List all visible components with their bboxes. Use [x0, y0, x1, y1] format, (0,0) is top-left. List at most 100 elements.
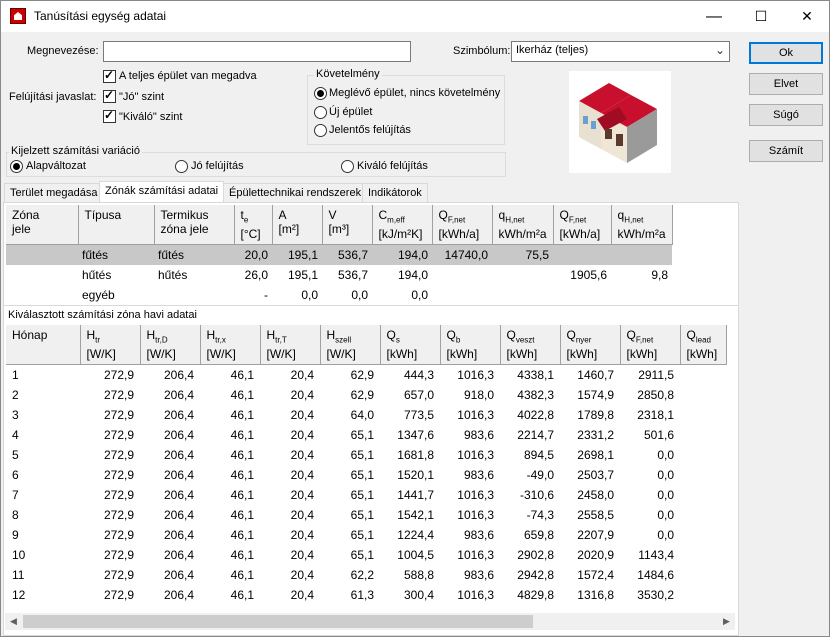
- month-cell: 65,1: [350, 527, 374, 542]
- zone-header-10[interactable]: qH,net kWh/m²a: [611, 205, 673, 246]
- month-cell: 444,3: [403, 368, 434, 383]
- var-radio-alap[interactable]: [10, 160, 23, 173]
- var-radio-jo[interactable]: [175, 160, 188, 173]
- sugo-button[interactable]: Súgó: [749, 104, 823, 126]
- month-row[interactable]: 6 272,9 206,4 46,1 20,4 65,1 1520,1 983,6 -49,0 2…: [6, 465, 726, 485]
- month-header-8[interactable]: Qveszt [kWh]: [500, 325, 561, 366]
- month-header-7[interactable]: Qb [kWh]: [440, 325, 501, 366]
- kivalo-szint-checkbox[interactable]: [103, 108, 116, 123]
- month-row[interactable]: 4 272,9 206,4 46,1 20,4 65,1 1347,6 983,6 2214,7…: [6, 425, 726, 445]
- month-row[interactable]: 9 272,9 206,4 46,1 20,4 65,1 1224,4 983,6 659,8 2…: [6, 525, 726, 545]
- month-cell: 11: [12, 567, 25, 582]
- zone-header-0[interactable]: Zóna jele: [6, 205, 79, 246]
- kov-radio-uj[interactable]: [314, 106, 327, 119]
- zone-header-2[interactable]: Termikus zóna jele: [154, 205, 235, 246]
- month-header-3[interactable]: Htr,x [W/K]: [200, 325, 261, 366]
- megnevezes-input[interactable]: [103, 41, 411, 62]
- month-cell: 983,6: [463, 427, 494, 442]
- month-cell: 20,4: [290, 407, 314, 422]
- var-label-jo: Jó felújítás: [191, 160, 244, 172]
- month-row[interactable]: 2 272,9 206,4 46,1 20,4 62,9 657,0 918,0 4382,3 1…: [6, 385, 726, 405]
- month-cell: 206,4: [163, 427, 194, 442]
- month-header-0[interactable]: Hónap: [6, 325, 81, 366]
- month-cell: 7: [12, 487, 19, 502]
- month-row[interactable]: 12 272,9 206,4 46,1 20,4 61,3 300,4 1016,3 4829,…: [6, 585, 726, 605]
- month-cell: 62,2: [350, 567, 374, 582]
- zone-header-6[interactable]: Cm,eff [kJ/m²K]: [372, 205, 433, 246]
- horizontal-scrollbar[interactable]: ◀ ▶: [5, 613, 735, 630]
- kivalo-szint-label: "Kiváló" szint: [119, 111, 183, 123]
- month-cell: 8: [12, 507, 19, 522]
- window-title: Tanúsítási egység adatai: [34, 9, 167, 23]
- month-cell: 659,8: [523, 527, 554, 542]
- scrollbar-thumb[interactable]: [23, 615, 533, 628]
- tab-epulettechnikai[interactable]: Épülettechnikai rendszerek: [223, 183, 368, 202]
- month-row[interactable]: 1 272,9 206,4 46,1 20,4 62,9 444,3 1016,3 4338,1…: [6, 365, 726, 385]
- zone-header-3[interactable]: te [°C]: [234, 205, 273, 246]
- month-header-6[interactable]: Qs [kWh]: [380, 325, 441, 366]
- scroll-right-icon[interactable]: ▶: [718, 613, 735, 630]
- month-cell: 1574,9: [577, 387, 614, 402]
- zone-header-8[interactable]: qH,net kWh/m²a: [492, 205, 554, 246]
- month-header-10[interactable]: QF,net [kWh]: [620, 325, 681, 366]
- month-header-11[interactable]: Qlead [kWh]: [680, 325, 727, 366]
- month-header-9[interactable]: Qnyer [kWh]: [560, 325, 621, 366]
- tab-terulet[interactable]: Terület megadása: [4, 183, 104, 202]
- zone-cell: 9,8: [651, 267, 668, 282]
- tab-indikatorok[interactable]: Indikátorok: [362, 183, 428, 202]
- teljes-epulet-label: A teljes épület van megadva: [119, 70, 257, 82]
- scroll-left-icon[interactable]: ◀: [5, 613, 22, 630]
- month-cell: 206,4: [163, 467, 194, 482]
- month-header-1[interactable]: Htr [W/K]: [80, 325, 141, 366]
- month-row[interactable]: 10 272,9 206,4 46,1 20,4 65,1 1004,5 1016,3 2902…: [6, 545, 726, 565]
- app-icon: [10, 8, 26, 24]
- month-cell: 20,4: [290, 587, 314, 602]
- month-header-2[interactable]: Htr,D [W/K]: [140, 325, 201, 366]
- month-row[interactable]: 3 272,9 206,4 46,1 20,4 64,0 773,5 1016,3 4022,8…: [6, 405, 726, 425]
- minimize-button[interactable]: —: [691, 1, 737, 32]
- month-row[interactable]: 7 272,9 206,4 46,1 20,4 65,1 1441,7 1016,3 -310,…: [6, 485, 726, 505]
- szamit-button[interactable]: Számít: [749, 140, 823, 162]
- elvet-button[interactable]: Elvet: [749, 73, 823, 95]
- month-cell: 272,9: [103, 527, 134, 542]
- zone-cell: [6, 285, 78, 305]
- zone-cell: 20,0: [234, 244, 272, 265]
- month-cell: 46,1: [230, 447, 254, 462]
- zone-header-5[interactable]: V [m³]: [322, 205, 373, 246]
- tab-zonak[interactable]: Zónák számítási adatai: [99, 181, 225, 203]
- zone-header-7[interactable]: QF,net [kWh/a]: [432, 205, 493, 246]
- zone-cell: 195,1: [272, 244, 322, 265]
- month-cell: 2458,0: [577, 487, 614, 502]
- month-row[interactable]: 8 272,9 206,4 46,1 20,4 65,1 1542,1 1016,3 -74,3…: [6, 505, 726, 525]
- month-cell: 206,4: [163, 368, 194, 383]
- close-button[interactable]: ✕: [784, 1, 830, 32]
- chevron-down-icon: ⌄: [714, 43, 725, 57]
- tab-panel: Zóna jele Típusa Termikus zóna jele te [°C] A [m…: [3, 202, 739, 636]
- var-label-kivalo: Kiváló felújítás: [357, 160, 428, 172]
- monthly-table: Hónap Htr [W/K] Htr,D [W/K] Htr,x [W/K] Htr,T [W…: [6, 325, 727, 605]
- zone-row[interactable]: hűtés hűtés 26,0 195,1 536,7 194,0 1905,6 9,8: [6, 265, 672, 285]
- ok-button[interactable]: Ok: [749, 42, 823, 64]
- month-cell: 10: [12, 547, 26, 562]
- szimbolum-select[interactable]: Ikerház (teljes) ⌄: [511, 41, 730, 62]
- zone-header-1[interactable]: Típusa: [78, 205, 155, 246]
- jo-szint-checkbox[interactable]: [103, 88, 116, 103]
- month-cell: 2020,9: [577, 547, 614, 562]
- kov-radio-jelentos[interactable]: [314, 124, 327, 137]
- month-cell: 4829,8: [517, 587, 554, 602]
- var-radio-kivalo[interactable]: [341, 160, 354, 173]
- zone-row[interactable]: egyéb - 0,0 0,0 0,0: [6, 285, 672, 305]
- zone-header-9[interactable]: QF,net [kWh/a]: [553, 205, 612, 246]
- month-header-4[interactable]: Htr,T [W/K]: [260, 325, 321, 366]
- month-cell: 20,4: [290, 387, 314, 402]
- month-row[interactable]: 11 272,9 206,4 46,1 20,4 62,2 588,8 983,6 2942,8…: [6, 565, 726, 585]
- kov-radio-meglevo[interactable]: [314, 87, 327, 100]
- month-header-5[interactable]: Hszell [W/K]: [320, 325, 381, 366]
- zone-row[interactable]: fűtés fűtés 20,0 195,1 536,7 194,0 14740,0 75,5: [6, 244, 672, 265]
- teljes-epulet-checkbox[interactable]: [103, 68, 116, 83]
- month-cell: 1: [12, 368, 19, 383]
- month-row[interactable]: 5 272,9 206,4 46,1 20,4 65,1 1681,8 1016,3 894,5…: [6, 445, 726, 465]
- zone-cell: 0,0: [351, 287, 368, 302]
- maximize-button[interactable]: ☐: [738, 1, 784, 32]
- zone-header-4[interactable]: A [m²]: [272, 205, 323, 246]
